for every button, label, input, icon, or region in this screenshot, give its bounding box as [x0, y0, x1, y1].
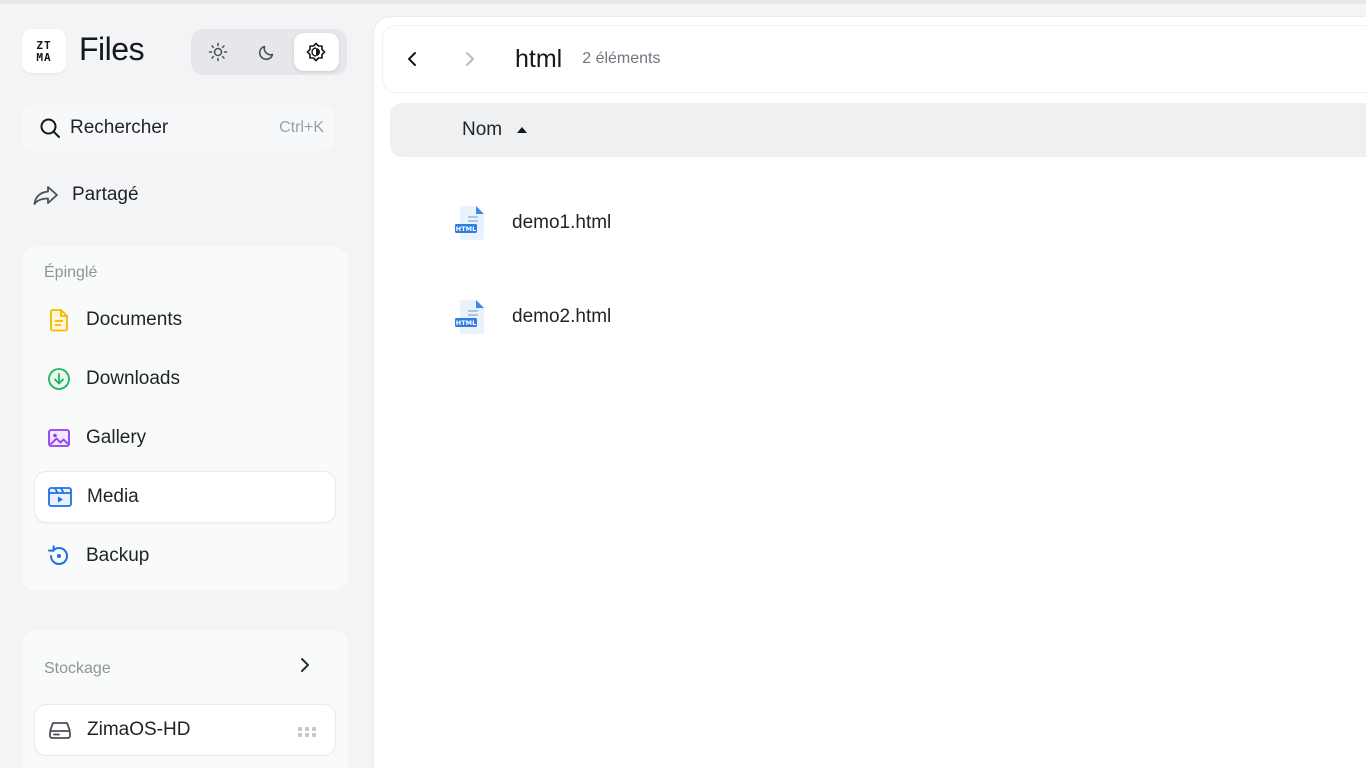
svg-text:MA: MA — [36, 51, 51, 64]
sidebar-item-gallery[interactable]: Gallery — [34, 412, 336, 464]
current-folder-title: html — [515, 44, 563, 73]
media-icon — [47, 484, 73, 510]
theme-dark-button[interactable] — [244, 33, 289, 71]
svg-text:HTML: HTML — [456, 225, 476, 233]
search-shortcut: Ctrl+K — [279, 119, 324, 136]
theme-auto-button[interactable] — [293, 33, 339, 71]
theme-switch — [191, 29, 347, 75]
sidebar-item-label: Gallery — [86, 427, 147, 448]
search-icon — [40, 118, 60, 138]
sidebar-item-backup[interactable]: Backup — [34, 530, 336, 582]
column-header-name[interactable]: Nom — [462, 119, 502, 141]
hard-drive-icon — [47, 717, 73, 743]
sidebar-item-documents[interactable]: Documents — [34, 294, 336, 346]
pinned-section: Épinglé Documents Downloads Gallery Medi… — [22, 247, 348, 591]
file-row[interactable]: HTML demo2.html — [454, 297, 611, 337]
sidebar-item-label: Documents — [86, 309, 183, 330]
share-icon — [33, 186, 58, 205]
storage-title: Stockage — [44, 660, 111, 677]
sort-ascending-icon[interactable] — [516, 122, 528, 140]
document-icon — [46, 307, 72, 333]
sun-icon — [208, 42, 227, 62]
sidebar-item-label: Backup — [86, 545, 150, 566]
sidebar-item-shared[interactable]: Partagé — [32, 180, 139, 210]
chevron-right-icon — [466, 52, 474, 66]
file-row[interactable]: HTML demo1.html — [454, 203, 611, 243]
theme-light-button[interactable] — [195, 33, 240, 71]
toolbar: html 2 éléments — [382, 25, 1366, 93]
gallery-icon — [46, 425, 72, 451]
sidebar-item-media[interactable]: Media — [34, 471, 336, 523]
zima-logo-icon: ZT MA — [36, 39, 51, 64]
sidebar-item-label: Downloads — [86, 368, 180, 389]
auto-brightness-icon — [307, 42, 326, 62]
zima-logo[interactable]: ZT MA — [22, 29, 66, 73]
forward-button[interactable] — [455, 44, 485, 74]
sidebar: ZT MA Files Rechercher Ctrl+K Partagé Ép… — [0, 4, 372, 768]
column-header-row: Nom — [390, 103, 1366, 157]
app-title: Files — [79, 31, 145, 67]
moon-icon — [258, 45, 274, 61]
download-icon — [46, 366, 72, 392]
back-button[interactable] — [397, 44, 427, 74]
file-name: demo2.html — [512, 306, 612, 327]
search-label: Rechercher — [70, 117, 169, 138]
file-name: demo1.html — [512, 212, 612, 233]
html-file-icon: HTML — [455, 300, 484, 334]
sidebar-item-label: Media — [87, 486, 139, 507]
drag-handle-icon[interactable] — [297, 725, 317, 743]
chevron-left-icon — [408, 52, 416, 66]
html-file-icon: HTML — [455, 206, 484, 240]
item-count: 2 éléments — [582, 50, 661, 67]
pinned-title: Épinglé — [44, 264, 98, 281]
search-button[interactable]: Rechercher Ctrl+K — [22, 105, 334, 151]
storage-section: Stockage ZimaOS-HD — [22, 630, 348, 768]
shared-label: Partagé — [72, 184, 139, 205]
storage-drive-zimaos-hd[interactable]: ZimaOS-HD — [34, 704, 336, 756]
svg-text:HTML: HTML — [456, 319, 476, 327]
backup-icon — [46, 543, 72, 569]
sidebar-item-label: ZimaOS-HD — [87, 719, 191, 740]
chevron-right-icon[interactable] — [298, 657, 312, 678]
file-browser-panel: html 2 éléments Nom HTML demo1.html HTML… — [373, 16, 1366, 768]
sidebar-item-downloads[interactable]: Downloads — [34, 353, 336, 405]
